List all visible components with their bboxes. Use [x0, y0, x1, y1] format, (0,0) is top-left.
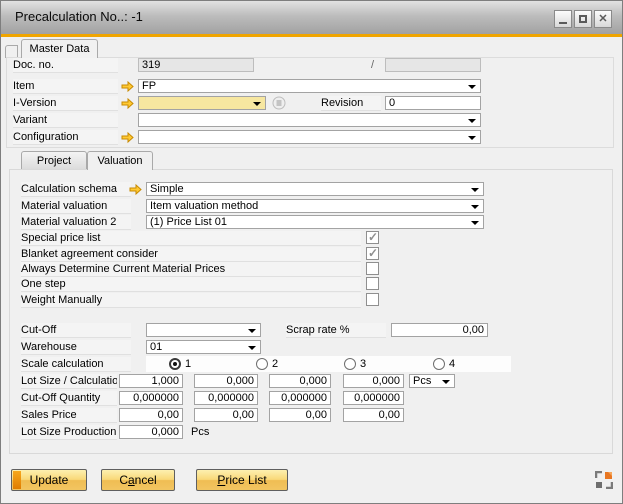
cancel-button-label: Cancel — [119, 473, 156, 487]
scale-calculation-label: Scale calculation — [21, 357, 131, 372]
material-valuation-combo[interactable]: Item valuation method — [146, 199, 484, 213]
version-list-icon[interactable] — [272, 96, 286, 110]
update-button-label: Update — [30, 473, 69, 487]
minimize-icon — [559, 22, 567, 24]
lot-size-field-1[interactable]: 1,000 — [119, 374, 183, 388]
lot-size-field-4[interactable]: 0,000 — [343, 374, 404, 388]
cut-off-quantity-label: Cut-Off Quantity — [21, 391, 117, 406]
warehouse-combo[interactable]: 01 — [146, 340, 261, 354]
doc-no-label: Doc. no. — [13, 58, 118, 73]
scale-radio-4[interactable] — [433, 358, 445, 370]
tab-project[interactable]: Project — [21, 151, 87, 170]
lot-size-production-field[interactable]: 0,000 — [119, 425, 183, 439]
calculation-schema-combo[interactable]: Simple — [146, 182, 484, 196]
blanket-agreement-label: Blanket agreement consider — [21, 247, 361, 262]
sales-price-label: Sales Price — [21, 408, 117, 423]
doc-no-field: 319 — [138, 58, 254, 72]
calculation-schema-link-arrow-icon[interactable] — [129, 183, 142, 196]
tab-valuation-label: Valuation — [97, 155, 142, 167]
configuration-link-arrow-icon[interactable] — [121, 131, 134, 144]
accent-gold-line — [1, 34, 622, 37]
tab-project-label: Project — [37, 155, 71, 167]
revision-field[interactable]: 0 — [385, 96, 481, 110]
special-price-list-checkbox[interactable] — [366, 231, 379, 244]
lot-size-uom-combo[interactable]: Pcs — [409, 374, 455, 388]
scale-radio-2[interactable] — [256, 358, 268, 370]
one-step-label: One step — [21, 277, 361, 292]
sales-price-field-4[interactable]: 0,00 — [343, 408, 404, 422]
variant-label: Variant — [13, 113, 118, 128]
sales-price-field-3[interactable]: 0,00 — [269, 408, 331, 422]
update-button[interactable]: Update — [11, 469, 87, 491]
warehouse-label: Warehouse — [21, 340, 131, 355]
cut-off-combo[interactable] — [146, 323, 261, 337]
scale-radio-3-label: 3 — [360, 357, 366, 371]
sales-price-field-1[interactable]: 0,00 — [119, 408, 183, 422]
cut-off-qty-field-3[interactable]: 0,000000 — [269, 391, 331, 405]
lot-size-field-3[interactable]: 0,000 — [269, 374, 331, 388]
configuration-label: Configuration — [13, 130, 118, 145]
special-price-list-label: Special price list — [21, 231, 361, 246]
configuration-combo[interactable] — [138, 130, 481, 144]
cut-off-label: Cut-Off — [21, 323, 131, 338]
always-determine-prices-checkbox[interactable] — [366, 262, 379, 275]
price-list-button-label: Price List — [217, 473, 266, 487]
material-valuation-label: Material valuation — [21, 199, 131, 214]
item-combo[interactable]: FP — [138, 79, 481, 93]
lot-size-production-label: Lot Size Production — [21, 425, 117, 440]
scale-radio-2-label: 2 — [272, 357, 278, 371]
lot-size-field-2[interactable]: 0,000 — [194, 374, 258, 388]
maximize-icon — [579, 15, 587, 23]
tab-master-data-label: Master Data — [30, 43, 90, 55]
lot-size-calculation-label: Lot Size / Calculation — [21, 374, 117, 389]
tab-master-data[interactable]: Master Data — [21, 39, 98, 58]
item-link-arrow-icon[interactable] — [121, 80, 134, 93]
lot-size-production-uom: Pcs — [191, 425, 209, 439]
i-version-combo[interactable] — [138, 96, 266, 110]
sales-price-field-2[interactable]: 0,00 — [194, 408, 258, 422]
window-title: Precalculation No..: -1 — [15, 9, 143, 24]
minimize-button[interactable] — [554, 10, 572, 28]
scale-radio-4-label: 4 — [449, 357, 455, 371]
cut-off-qty-field-2[interactable]: 0,000000 — [194, 391, 258, 405]
weight-manually-checkbox[interactable] — [366, 293, 379, 306]
precalculation-window: Precalculation No..: -1 ✕ Master Data Do… — [0, 0, 623, 504]
scrap-rate-field[interactable]: 0,00 — [391, 323, 488, 337]
cut-off-qty-field-4[interactable]: 0,000000 — [343, 391, 404, 405]
scrap-rate-label: Scrap rate % — [286, 323, 386, 338]
close-icon: ✕ — [598, 14, 607, 25]
scale-options-strip — [146, 356, 511, 372]
title-bar[interactable]: Precalculation No..: -1 ✕ — [1, 1, 622, 34]
maximize-button[interactable] — [574, 10, 592, 28]
i-version-link-arrow-icon[interactable] — [121, 97, 134, 110]
calculation-schema-label: Calculation schema — [21, 182, 131, 197]
tab-valuation[interactable]: Valuation — [87, 151, 153, 170]
item-label: Item — [13, 79, 118, 94]
close-button[interactable]: ✕ — [594, 10, 612, 28]
doc-no-field-2 — [385, 58, 481, 72]
material-valuation-2-combo[interactable]: (1) Price List 01 — [146, 215, 484, 229]
variant-combo[interactable] — [138, 113, 481, 127]
form-resize-icon[interactable] — [595, 471, 613, 489]
always-determine-prices-label: Always Determine Current Material Prices — [21, 262, 361, 277]
one-step-checkbox[interactable] — [366, 277, 379, 290]
cut-off-qty-field-1[interactable]: 0,000000 — [119, 391, 183, 405]
scale-radio-3[interactable] — [344, 358, 356, 370]
update-button-default-stripe — [13, 471, 21, 489]
revision-label: Revision — [321, 96, 381, 111]
material-valuation-2-label: Material valuation 2 — [21, 215, 131, 230]
cancel-button[interactable]: Cancel — [101, 469, 175, 491]
scale-radio-1-label: 1 — [185, 357, 191, 371]
weight-manually-label: Weight Manually — [21, 293, 361, 308]
price-list-button[interactable]: Price List — [196, 469, 288, 491]
scale-radio-1[interactable] — [169, 358, 181, 370]
doc-no-separator: / — [371, 58, 374, 72]
blanket-agreement-checkbox[interactable] — [366, 247, 379, 260]
i-version-label: I-Version — [13, 96, 118, 111]
